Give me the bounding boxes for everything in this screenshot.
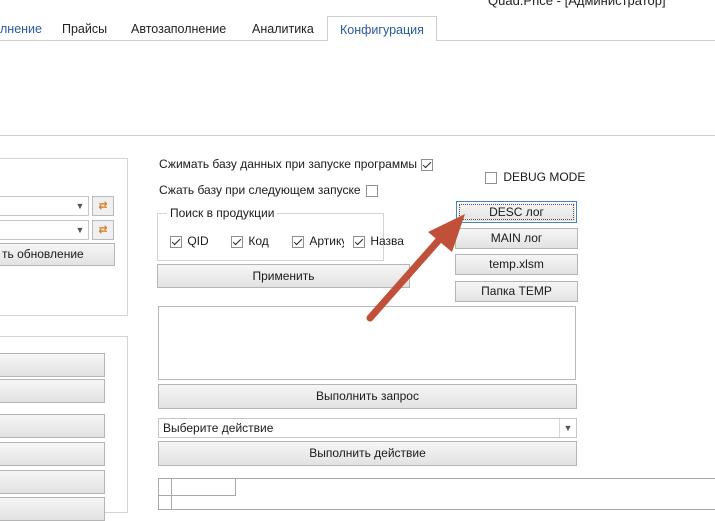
annotation-arrow (366, 214, 465, 322)
arrow-shaft (366, 228, 450, 322)
